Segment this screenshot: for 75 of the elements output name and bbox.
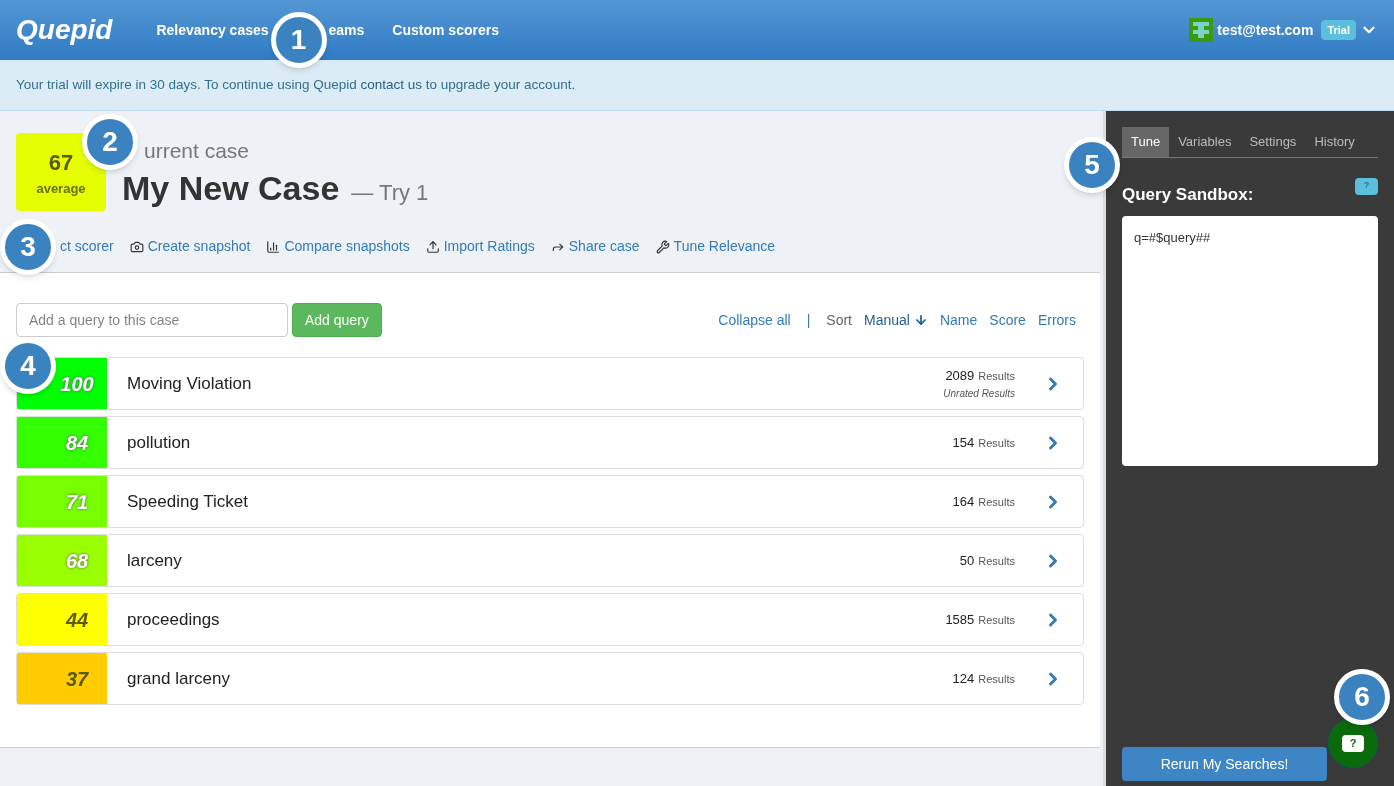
results-label: Results (978, 612, 1015, 628)
action-link[interactable]: Import Ratings (425, 236, 535, 257)
query-text: grand larceny (127, 667, 230, 690)
query-text: pollution (127, 431, 191, 454)
results-label: Results (978, 671, 1015, 687)
query-row[interactable]: 71 Speeding Ticket 164 Results (16, 475, 1084, 528)
query-score: 84 (17, 417, 107, 468)
avatar-icon (1189, 18, 1214, 42)
wrench-icon (655, 239, 670, 254)
action-link[interactable]: Create snapshot (129, 236, 251, 257)
step-marker: 3 (0, 218, 56, 275)
rerun-button[interactable]: Rerun My Searches! (1122, 747, 1327, 781)
results-label: Results (978, 435, 1015, 451)
action-link[interactable]: Compare snapshots (266, 236, 410, 257)
logo[interactable]: Quepid (16, 9, 113, 51)
collapse-link[interactable]: Collapse all (718, 309, 791, 331)
sort-option[interactable]: Score (989, 309, 1026, 331)
nav-link[interactable]: eams (328, 19, 365, 41)
query-row[interactable]: 84 pollution 154 Results (16, 416, 1084, 469)
case-subtitle: urrent case (143, 139, 251, 163)
query-score: 71 (17, 476, 107, 527)
trial-badge: Trial (1321, 19, 1356, 41)
separator: | (805, 310, 812, 330)
action-link[interactable]: Tune Relevance (655, 236, 776, 257)
sort-option[interactable]: Errors (1037, 309, 1076, 331)
step-marker: 1 (270, 12, 327, 68)
sandbox-field[interactable]: q=#$query## (1122, 215, 1378, 466)
query-score: 44 (17, 594, 107, 645)
sort-option[interactable]: Manual (864, 309, 928, 331)
sort-option[interactable]: Name (939, 309, 978, 331)
bar-chart-icon (266, 239, 281, 254)
result-count: 2089 (945, 367, 975, 386)
case-title: My New Case (122, 168, 340, 209)
query-row[interactable]: 37 grand larceny 124 Results (16, 652, 1084, 705)
result-count: 50 (959, 551, 975, 570)
unrated-note: Unrated Results (943, 386, 1015, 401)
query-score: 37 (17, 653, 107, 704)
action-link[interactable]: Share case (550, 236, 640, 257)
sidebar-tab[interactable]: Settings (1240, 127, 1306, 157)
result-count: 124 (952, 669, 975, 688)
try-label: — Try 1 (351, 179, 429, 207)
sandbox-title: Query Sandbox: (1122, 184, 1254, 206)
score-value: 67 (48, 148, 74, 177)
step-marker: 5 (1064, 137, 1120, 193)
add-query-button[interactable]: Add query (292, 303, 382, 337)
sidebar-tab[interactable]: History (1305, 127, 1364, 157)
query-score: 68 (17, 535, 107, 586)
results-label: Results (978, 553, 1015, 569)
score-label: average (36, 179, 86, 198)
contact-link[interactable]: contact us (360, 76, 423, 92)
result-count: 1585 (945, 610, 975, 629)
query-row[interactable]: 44 proceedings 1585 Results (16, 593, 1084, 646)
query-text: Moving Violation (127, 372, 252, 395)
user-email[interactable]: test@test.com (1217, 19, 1314, 41)
query-text: larceny (127, 549, 182, 572)
sidebar-tab[interactable]: Variables (1169, 127, 1241, 157)
results-label: Results (978, 369, 1015, 385)
results-label: Results (978, 494, 1015, 510)
query-input[interactable]: Add a query to this case (16, 303, 288, 337)
camera-icon (129, 239, 144, 254)
nav-link[interactable]: Custom scorers (392, 19, 499, 41)
query-row[interactable]: 68 larceny 50 Results (16, 534, 1084, 587)
notice-text: Your trial will expire in 30 days. To continue using Quepid contact us to upgrade your account. (16, 75, 576, 94)
upload-icon (425, 239, 440, 254)
sidebar-tab[interactable]: Tune (1122, 127, 1170, 157)
result-count: 154 (952, 433, 975, 452)
query-text: proceedings (127, 608, 220, 631)
action-link[interactable]: ct scorer (60, 236, 114, 257)
query-text: Speeding Ticket (127, 490, 248, 513)
nav-link[interactable]: Relevancy cases (156, 19, 269, 41)
help-button[interactable]: ? (1355, 177, 1378, 195)
speech-bubble-icon: ? (1342, 734, 1364, 752)
sort-label: Sort (826, 310, 852, 330)
step-marker: 2 (82, 114, 138, 170)
result-count: 164 (952, 492, 975, 511)
